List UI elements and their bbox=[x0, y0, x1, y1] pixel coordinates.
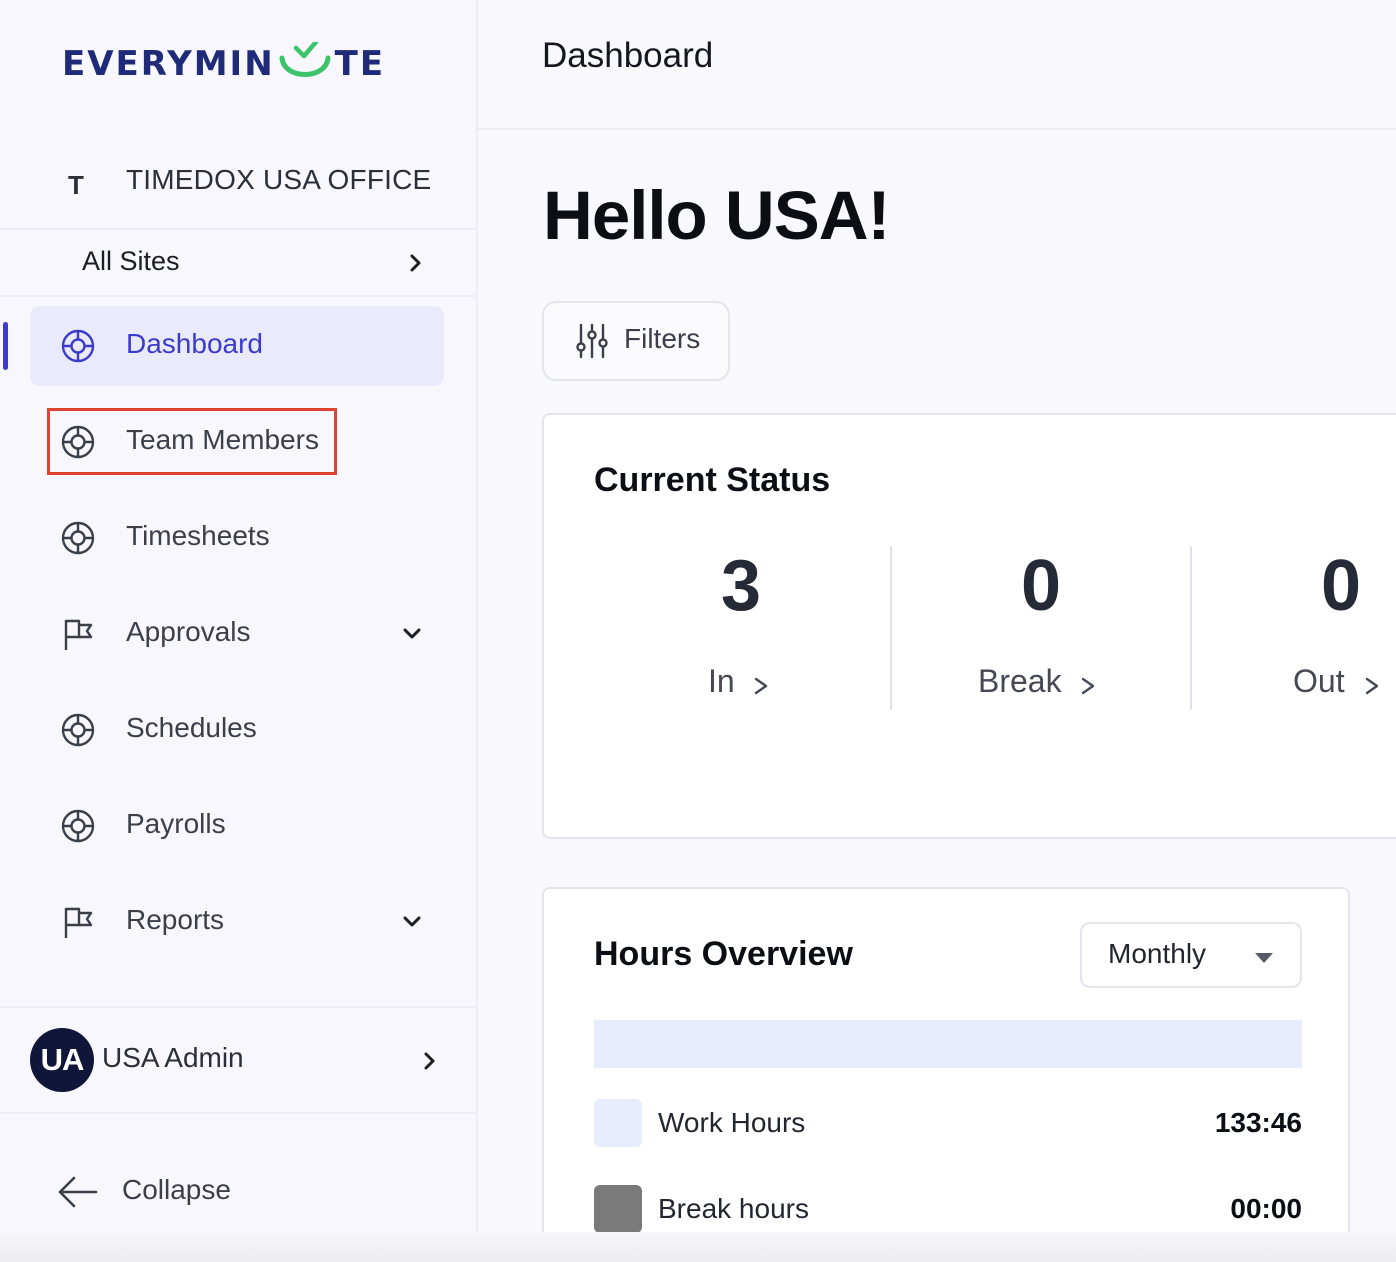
lifebuoy-icon bbox=[61, 713, 95, 747]
sidebar-item-label: Timesheets bbox=[126, 520, 270, 551]
chevron-right-icon bbox=[1365, 677, 1379, 695]
sidebar-item-timesheets[interactable]: Timesheets bbox=[30, 498, 444, 578]
all-sites-label: All Sites bbox=[82, 246, 180, 276]
sidebar-item-label: Payrolls bbox=[126, 808, 226, 839]
chevron-down-icon[interactable] bbox=[402, 912, 422, 932]
arrow-left-icon bbox=[58, 1176, 98, 1208]
sidebar-item-schedules[interactable]: Schedules bbox=[30, 690, 444, 770]
logo-text-right: TE bbox=[334, 44, 386, 84]
stat-break[interactable]: 0 Break bbox=[892, 545, 1190, 711]
avatar: UA bbox=[30, 1028, 94, 1092]
chevron-right-icon bbox=[754, 677, 768, 695]
greeting-heading: Hello USA! bbox=[543, 177, 891, 254]
org-name: TIMEDOX USA OFFICE bbox=[126, 164, 432, 195]
sidebar: EVERYMIN TE T TIMEDOX USA OFFICE All Sit… bbox=[0, 0, 478, 1262]
chevron-right-icon bbox=[424, 1052, 435, 1070]
flag-icon bbox=[64, 907, 93, 938]
user-name: USA Admin bbox=[102, 1042, 244, 1073]
legend-value: 00:00 bbox=[1230, 1193, 1302, 1224]
team-members-highlight bbox=[47, 408, 337, 475]
stat-out-value: 0 bbox=[1320, 546, 1362, 626]
legend-break-hours: Break hours 00:00 bbox=[594, 1185, 1302, 1233]
bottom-edge bbox=[0, 1232, 1396, 1262]
hours-bar-work-segment bbox=[594, 1020, 1302, 1068]
caret-down-icon bbox=[1255, 953, 1273, 963]
legend-swatch bbox=[594, 1099, 642, 1147]
stat-out[interactable]: 0 Out bbox=[1192, 545, 1396, 711]
sidebar-item-dashboard[interactable]: Dashboard bbox=[30, 306, 444, 386]
sidebar-item-payrolls[interactable]: Payrolls bbox=[30, 786, 444, 866]
everyminute-logo[interactable]: EVERYMIN TE bbox=[62, 42, 385, 84]
stat-out-label: Out bbox=[1293, 663, 1345, 699]
period-select[interactable]: Monthly bbox=[1080, 922, 1302, 988]
current-status-card: Current Status 3 In 0 Break 0 Out bbox=[542, 413, 1396, 839]
user-profile-menu[interactable]: UA USA Admin bbox=[0, 1006, 478, 1114]
filters-button[interactable]: Filters bbox=[542, 301, 730, 381]
active-nav-indicator bbox=[3, 322, 8, 370]
logo-text-left: EVERYMIN bbox=[62, 44, 275, 84]
legend-value: 133:46 bbox=[1214, 1107, 1302, 1138]
collapse-label: Collapse bbox=[122, 1174, 231, 1205]
legend-work-hours: Work Hours 133:46 bbox=[594, 1099, 1302, 1147]
sliders-icon bbox=[576, 323, 608, 359]
lifebuoy-icon bbox=[61, 809, 95, 843]
chevron-right-icon bbox=[410, 254, 421, 272]
organization-selector[interactable]: T TIMEDOX USA OFFICE bbox=[0, 150, 478, 230]
lifebuoy-icon bbox=[61, 521, 95, 555]
sidebar-item-label: Approvals bbox=[126, 616, 251, 647]
collapse-sidebar-button[interactable]: Collapse bbox=[56, 1170, 316, 1218]
sidebar-item-label: Dashboard bbox=[126, 328, 263, 359]
logo-check-icon bbox=[279, 42, 331, 77]
stat-in-label: In bbox=[708, 663, 735, 699]
hours-overview-card: Hours Overview Monthly Work Hours 133:46… bbox=[542, 887, 1350, 1262]
top-bar: Dashboard bbox=[478, 0, 1396, 130]
stat-break-label: Break bbox=[978, 663, 1062, 699]
sidebar-item-label: Reports bbox=[126, 904, 225, 935]
org-initial: T bbox=[68, 170, 84, 200]
hours-overview-title: Hours Overview bbox=[594, 935, 853, 973]
sidebar-item-approvals[interactable]: Approvals bbox=[30, 594, 444, 674]
sidebar-item-reports[interactable]: Reports bbox=[30, 882, 444, 962]
hours-bar bbox=[594, 1020, 1302, 1068]
all-sites-selector[interactable]: All Sites bbox=[0, 230, 478, 297]
sidebar-item-label: Schedules bbox=[126, 712, 257, 743]
filters-label: Filters bbox=[624, 323, 701, 354]
stat-in[interactable]: 3 In bbox=[592, 545, 890, 711]
current-status-title: Current Status bbox=[594, 461, 831, 499]
legend-name: Work Hours bbox=[658, 1107, 806, 1138]
chevron-right-icon bbox=[1081, 677, 1095, 695]
legend-swatch bbox=[594, 1185, 642, 1233]
chevron-down-icon[interactable] bbox=[402, 624, 422, 644]
period-select-value: Monthly bbox=[1108, 938, 1207, 969]
stat-in-value: 3 bbox=[720, 546, 762, 626]
stat-break-value: 0 bbox=[1020, 546, 1062, 626]
legend-name: Break hours bbox=[658, 1193, 809, 1224]
lifebuoy-icon bbox=[61, 329, 95, 363]
flag-icon bbox=[64, 619, 93, 650]
page-title: Dashboard bbox=[542, 36, 714, 75]
